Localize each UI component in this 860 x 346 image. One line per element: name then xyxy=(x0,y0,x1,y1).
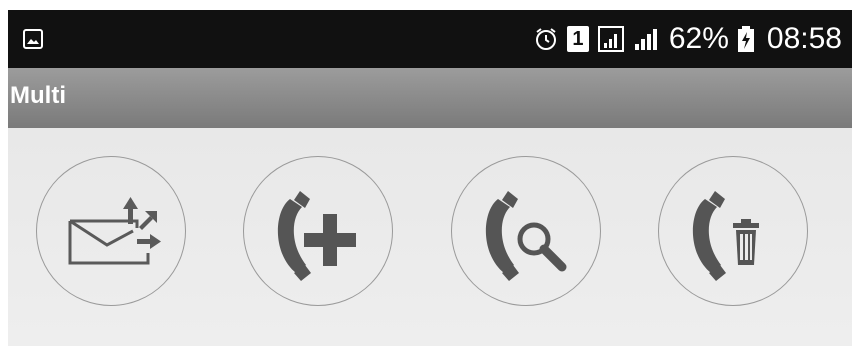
phone-screen: 1 62% 08:58 Multi xyxy=(8,10,852,346)
envelope-send-icon xyxy=(68,197,161,265)
app-title: Multi xyxy=(10,82,66,109)
action-bar: Multi xyxy=(8,68,852,128)
battery-charging-icon xyxy=(737,26,754,52)
gallery-icon xyxy=(23,29,43,49)
search-call-button[interactable] xyxy=(451,156,601,306)
delete-call-button[interactable] xyxy=(658,156,808,306)
send-message-button[interactable] xyxy=(36,156,186,306)
sim-icon: 1 xyxy=(566,26,589,52)
phone-add-icon xyxy=(277,191,356,281)
status-bar: 1 62% 08:58 xyxy=(8,10,852,68)
phone-delete-icon xyxy=(692,191,759,281)
battery-percent: 62% xyxy=(668,22,729,55)
status-indicators: 1 62% 08:58 xyxy=(533,10,842,68)
alarm-icon xyxy=(535,28,556,50)
content-area xyxy=(8,128,852,346)
signal-box-icon xyxy=(597,26,624,52)
sim-label: 1 xyxy=(572,28,584,50)
add-call-button[interactable] xyxy=(243,156,393,306)
signal-icon xyxy=(634,29,657,50)
phone-search-icon xyxy=(485,191,567,281)
clock: 08:58 xyxy=(766,22,842,55)
